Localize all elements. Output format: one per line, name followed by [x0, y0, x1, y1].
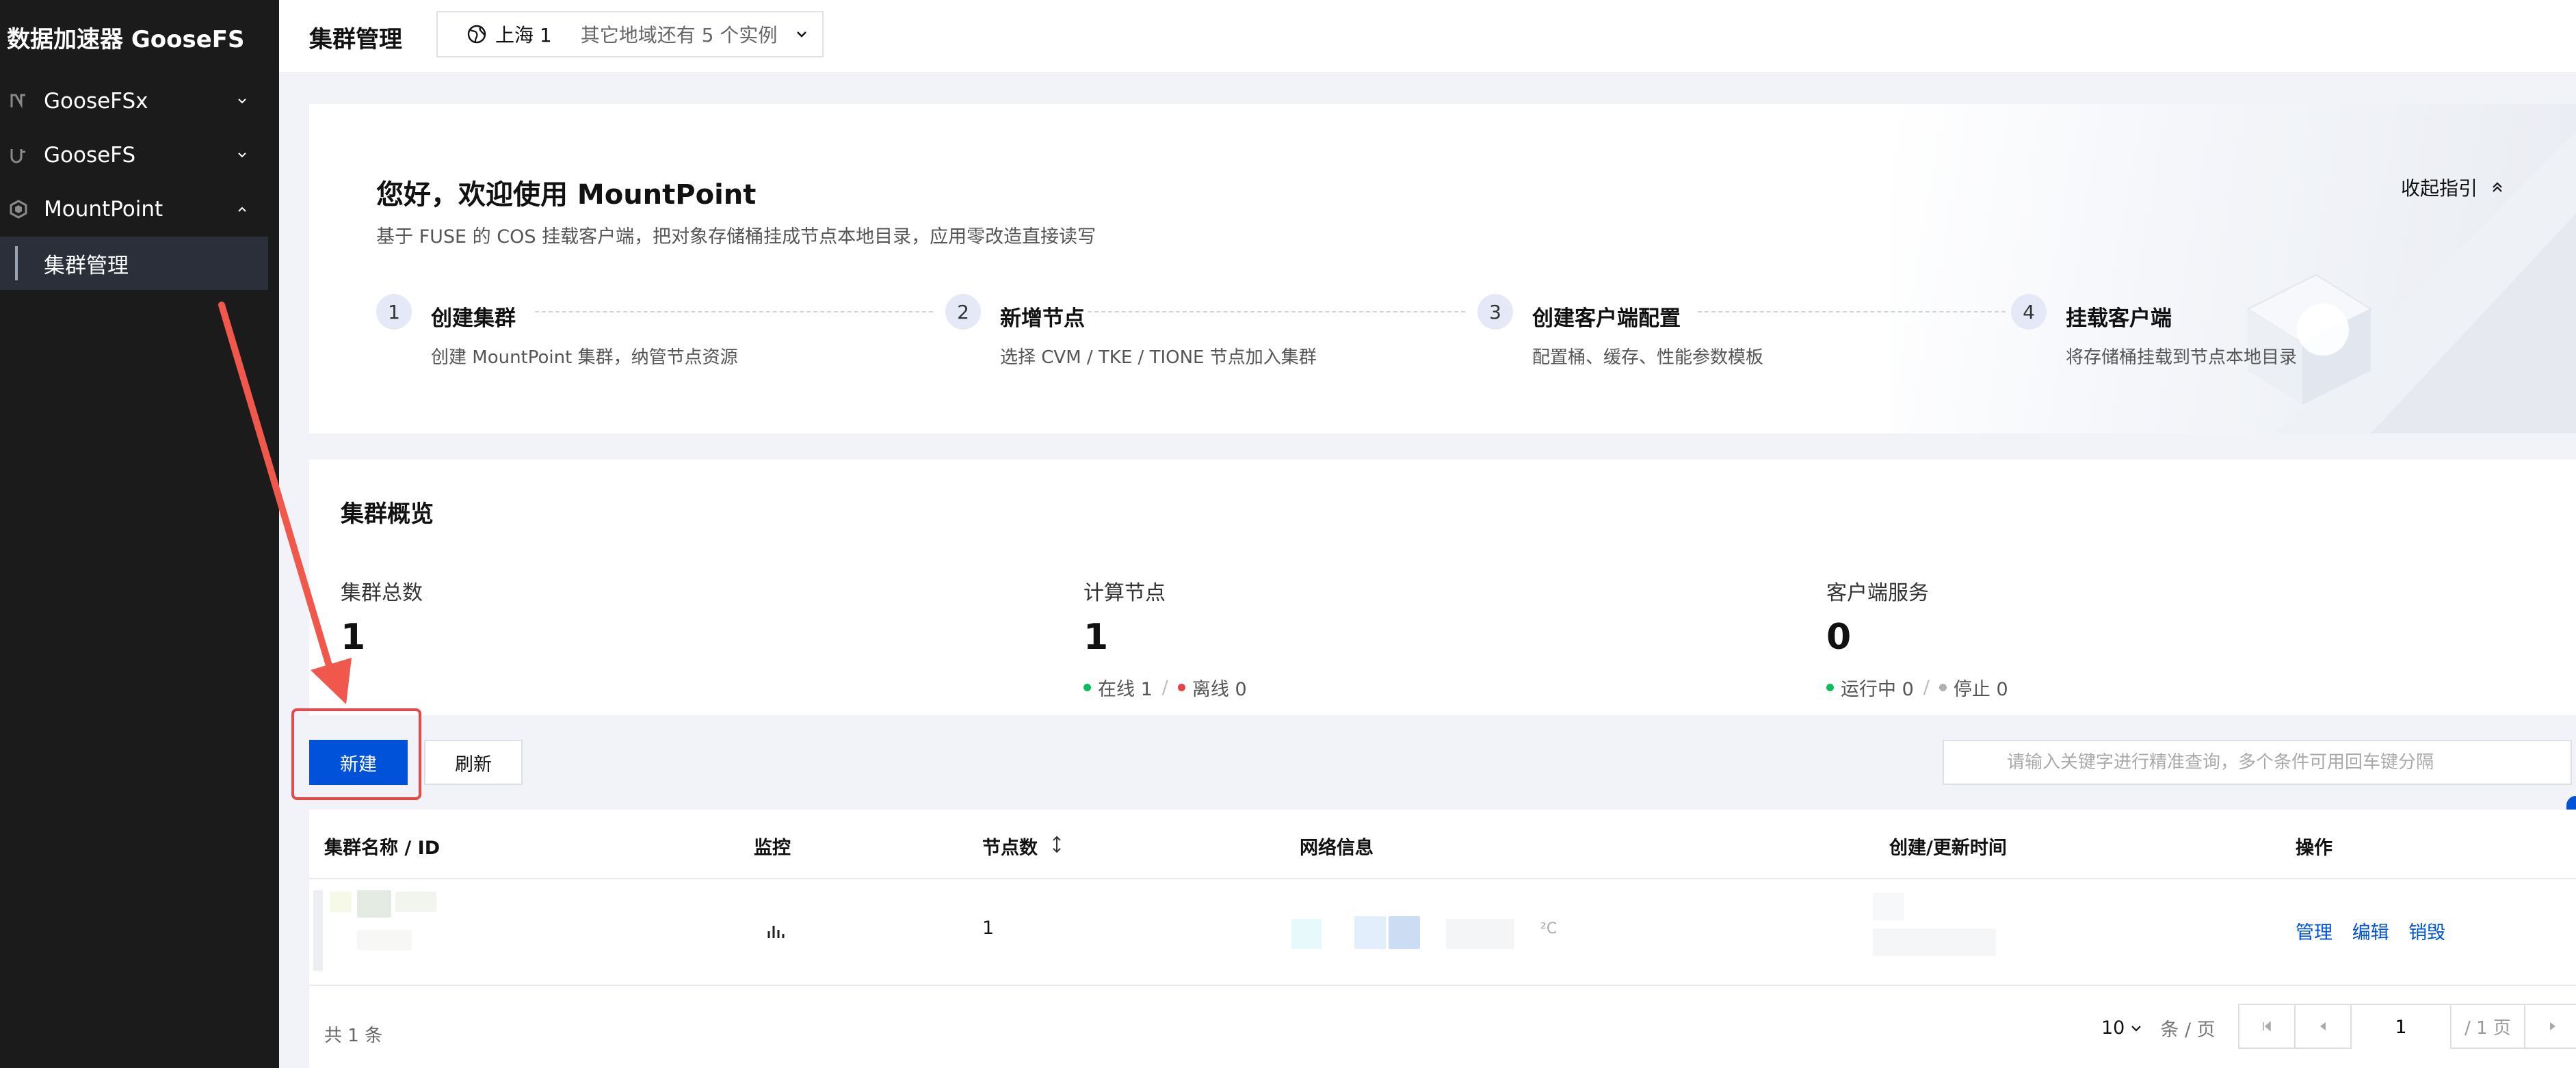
- pagination: / 1 页: [2238, 1004, 2576, 1049]
- chevron-up-icon: [238, 206, 246, 212]
- chevron-down-icon: [238, 152, 246, 158]
- total-count: 共 1 条: [324, 1026, 383, 1046]
- sidebar-item-cluster-management[interactable]: 集群管理: [0, 237, 268, 290]
- destroy-link[interactable]: 销毁: [2408, 922, 2445, 944]
- stat-compute-nodes: 计算节点 1 在线 1 / 离线 0: [1083, 576, 1247, 700]
- online-dot-icon: [1083, 684, 1091, 691]
- sidebar-item-label: 集群管理: [44, 253, 129, 278]
- stat-sub: 运行中 0 / 停止 0: [1826, 674, 2008, 701]
- region-note: 其它地域还有 5 个实例: [580, 24, 778, 46]
- step-connector: [1088, 311, 1465, 312]
- running-dot-icon: [1826, 684, 1834, 691]
- col-cluster-name[interactable]: 集群名称 / ID: [324, 833, 440, 859]
- sort-icon[interactable]: [1052, 834, 1062, 855]
- table-row: 1 ²C 管理 编辑 销毁: [309, 878, 2576, 986]
- col-actions: 操作: [2296, 838, 2332, 859]
- guide-subtitle: 基于 FUSE 的 COS 挂载客户端，把对象存储桶挂成节点本地目录，应用零改造…: [376, 226, 1096, 248]
- offline-dot-icon: [1177, 684, 1185, 691]
- collapse-guide-label: 收起指引: [2401, 177, 2478, 200]
- goosefs-icon: [7, 144, 30, 167]
- step-connector: [1698, 311, 2006, 312]
- region-name: 上海 1: [495, 24, 552, 46]
- stat-value: 1: [341, 617, 366, 658]
- region-selector[interactable]: 上海 1 其它地域还有 5 个实例: [436, 11, 824, 57]
- stat-value: 0: [1826, 617, 1852, 658]
- sidebar-item-label: GooseFS: [44, 143, 136, 168]
- step-title: 创建集群: [431, 306, 516, 331]
- col-network: 网络信息: [1300, 838, 1374, 859]
- step-connector: [535, 311, 933, 312]
- step-title: 新增节点: [1000, 306, 1085, 331]
- page-size-selector[interactable]: 10 条 / 页: [2101, 1015, 2216, 1041]
- cluster-table: 集群名称 / ID 监控 节点数 网络信息 创建/更新时间 操作 1 ²C 管理…: [309, 810, 2576, 1068]
- chevron-down-icon: [238, 98, 246, 104]
- table-footer: 共 1 条 10 条 / 页 / 1 页: [309, 985, 2576, 1068]
- step-number: 2: [945, 294, 981, 330]
- sidebar-item-goosefsx[interactable]: GooseFSx: [0, 75, 268, 128]
- step-desc: 创建 MountPoint 集群，纳管节点资源: [431, 347, 738, 368]
- next-page-icon[interactable]: [2525, 1005, 2576, 1047]
- stopped-count: 停止 0: [1953, 679, 2008, 700]
- overview-card: 集群概览 集群总数 1 计算节点 1 在线 1 / 离线 0 客户端服务 0 运…: [309, 459, 2576, 715]
- col-node-count[interactable]: 节点数: [982, 833, 1061, 859]
- stat-label: 计算节点: [1083, 581, 1166, 605]
- online-count: 在线 1: [1098, 679, 1153, 700]
- step-desc: 选择 CVM / TKE / TIONE 节点加入集群: [1000, 347, 1317, 368]
- step-title: 创建客户端配置: [1532, 306, 1681, 331]
- prev-page-icon[interactable]: [2296, 1005, 2352, 1047]
- chevron-down-icon: [797, 31, 807, 38]
- globe-icon: [467, 25, 486, 44]
- stat-sub: 在线 1 / 离线 0: [1083, 674, 1247, 701]
- step-desc: 配置桶、缓存、性能参数模板: [1532, 347, 1764, 368]
- guide-decoration: [1892, 104, 2576, 433]
- first-page-icon[interactable]: [2239, 1005, 2296, 1047]
- sidebar-item-label: MountPoint: [44, 197, 163, 222]
- per-page-label: 条 / 页: [2160, 1019, 2216, 1041]
- edit-link[interactable]: 编辑: [2352, 922, 2389, 944]
- monitor-chart-icon[interactable]: [766, 920, 787, 941]
- step-desc: 将存储桶挂载到节点本地目录: [2066, 347, 2298, 368]
- page-header: 集群管理 上海 1 其它地域还有 5 个实例: [279, 0, 2576, 73]
- running-count: 运行中 0: [1841, 679, 1914, 700]
- guide-card: 您好，欢迎使用 MountPoint 基于 FUSE 的 COS 挂载客户端，把…: [309, 104, 2576, 433]
- goosefsx-icon: [7, 90, 30, 113]
- mountpoint-icon: [7, 198, 30, 221]
- sidebar-item-mountpoint[interactable]: MountPoint: [0, 183, 268, 236]
- stat-cluster-total: 集群总数 1: [341, 576, 423, 658]
- total-pages: / 1 页: [2452, 1005, 2525, 1047]
- sidebar-title: 数据加速器 GooseFS: [7, 26, 245, 53]
- page-title: 集群管理: [309, 26, 402, 53]
- collapse-guide-button[interactable]: 收起指引: [2401, 174, 2505, 201]
- double-chevron-up-icon: [2493, 182, 2502, 192]
- stat-client-services: 客户端服务 0 运行中 0 / 停止 0: [1826, 576, 2008, 700]
- search-input[interactable]: [1943, 740, 2572, 785]
- active-indicator: [15, 246, 18, 280]
- guide-title: 您好，欢迎使用 MountPoint: [376, 179, 757, 211]
- page-size-value: 10: [2101, 1017, 2125, 1039]
- sidebar-item-label: GooseFSx: [44, 89, 148, 114]
- stat-label: 客户端服务: [1826, 581, 1929, 605]
- node-count: 1: [982, 918, 995, 939]
- chevron-down-icon: [2131, 1025, 2142, 1032]
- overview-title: 集群概览: [341, 500, 434, 528]
- manage-link[interactable]: 管理: [2296, 922, 2332, 944]
- page-input[interactable]: [2352, 1005, 2452, 1049]
- sidebar-item-goosefs[interactable]: GooseFS: [0, 129, 268, 182]
- network-suffix: ²C: [1540, 920, 1558, 937]
- step-number: 4: [2011, 294, 2047, 330]
- stopped-dot-icon: [1938, 684, 1947, 691]
- step-title: 挂载客户端: [2066, 306, 2172, 331]
- step-number: 1: [376, 294, 412, 330]
- step-number: 3: [1477, 294, 1513, 330]
- highlight-box: [291, 708, 421, 800]
- col-time: 创建/更新时间: [1889, 838, 2007, 859]
- offline-count: 离线 0: [1192, 679, 1247, 700]
- sidebar: 数据加速器 GooseFS GooseFSx GooseFS MountPoin…: [0, 0, 279, 1068]
- table-header: 集群名称 / ID 监控 节点数 网络信息 创建/更新时间 操作: [309, 810, 2576, 879]
- stat-label: 集群总数: [341, 581, 423, 605]
- col-monitor: 监控: [754, 838, 791, 859]
- refresh-button[interactable]: 刷新: [424, 740, 523, 785]
- stat-value: 1: [1083, 617, 1109, 658]
- row-actions: 管理 编辑 销毁: [2296, 918, 2459, 944]
